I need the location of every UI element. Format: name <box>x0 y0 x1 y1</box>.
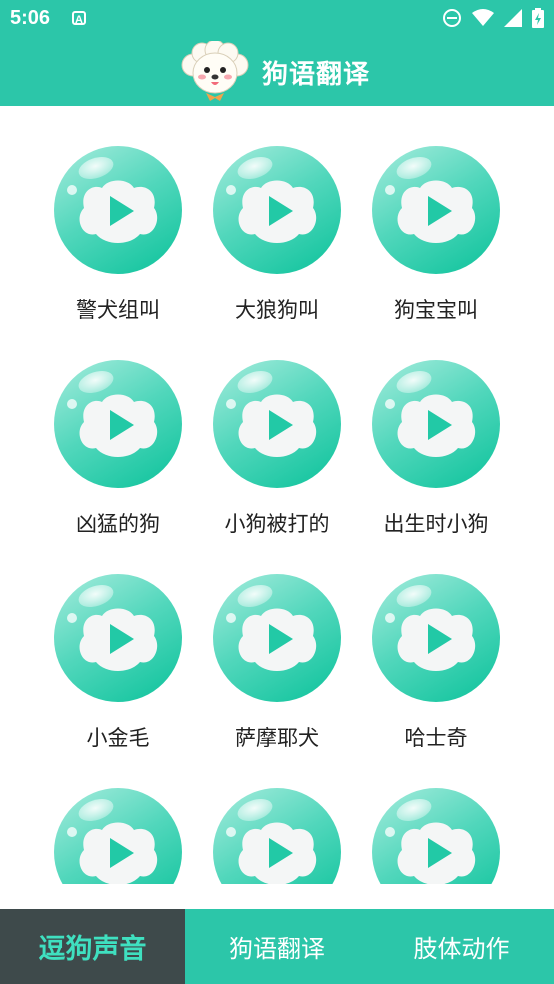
sound-label: 狗宝宝叫 <box>394 298 478 322</box>
sound-item[interactable]: 凶猛的狗 <box>48 360 188 560</box>
notification-icon: A <box>72 11 86 26</box>
play-icon[interactable] <box>213 360 341 488</box>
sound-item[interactable]: 警犬组叫 <box>48 146 188 346</box>
play-icon[interactable] <box>213 146 341 274</box>
sound-item[interactable]: 哈士奇 <box>366 574 506 774</box>
sound-item[interactable]: 出生时小狗 <box>366 360 506 560</box>
play-icon[interactable] <box>213 574 341 702</box>
sound-item[interactable]: 小狗被打的 <box>207 360 347 560</box>
sound-item[interactable] <box>366 788 506 884</box>
play-icon[interactable] <box>213 788 341 884</box>
status-time: 5:06 <box>10 7 51 29</box>
wifi-icon <box>472 9 494 26</box>
status-icons <box>442 8 544 28</box>
sound-item[interactable]: 小金毛 <box>48 574 188 774</box>
do-not-disturb-icon <box>443 9 461 27</box>
play-icon[interactable] <box>54 788 182 884</box>
sound-item[interactable] <box>48 788 188 884</box>
play-icon[interactable] <box>372 788 500 884</box>
play-icon[interactable] <box>372 574 500 702</box>
signal-icon <box>504 9 522 27</box>
header-title: 狗语翻译 <box>262 60 371 90</box>
play-icon[interactable] <box>372 146 500 274</box>
tab-body-language[interactable]: 肢体动作 <box>369 909 554 984</box>
sound-label: 凶猛的狗 <box>76 512 160 536</box>
sound-label: 哈士奇 <box>404 726 468 750</box>
tab-dog-sounds[interactable]: 逗狗声音 <box>0 909 185 984</box>
tab-dog-translate[interactable]: 狗语翻译 <box>185 909 369 984</box>
play-icon[interactable] <box>54 574 182 702</box>
battery-charging-icon <box>532 8 544 28</box>
sound-label: 萨摩耶犬 <box>235 726 319 750</box>
sound-label: 出生时小狗 <box>383 512 489 536</box>
sound-label: 大狼狗叫 <box>235 298 319 322</box>
bottom-nav: 逗狗声音 狗语翻译 肢体动作 <box>0 909 554 984</box>
sound-item[interactable] <box>207 788 347 884</box>
app-header: 狗语翻译 <box>0 38 554 106</box>
sound-label: 小金毛 <box>86 726 150 750</box>
status-bar: 5:06 A <box>0 0 554 38</box>
sound-label: 警犬组叫 <box>76 298 160 322</box>
play-icon[interactable] <box>54 360 182 488</box>
sound-label: 小狗被打的 <box>224 512 330 536</box>
sound-grid: 警犬组叫 大狼狗叫 狗宝宝叫 凶猛的狗 小狗被打的 出生时小狗 小金毛 萨摩耶犬… <box>0 106 554 884</box>
play-icon[interactable] <box>54 146 182 274</box>
sound-item[interactable]: 狗宝宝叫 <box>366 146 506 346</box>
sound-item[interactable]: 大狼狗叫 <box>207 146 347 346</box>
play-icon[interactable] <box>372 360 500 488</box>
dog-face-icon <box>181 41 249 101</box>
sound-item[interactable]: 萨摩耶犬 <box>207 574 347 774</box>
